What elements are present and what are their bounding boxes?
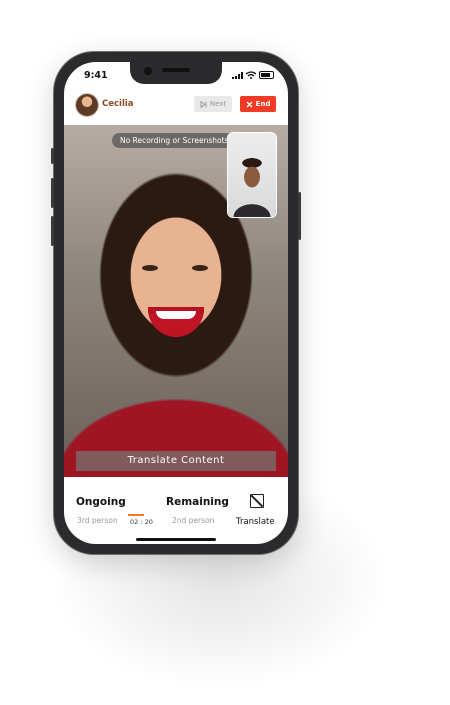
call-timer: 02 : 20 <box>130 518 153 526</box>
notch <box>130 62 222 84</box>
battery-icon <box>259 71 274 79</box>
video-eye-left <box>142 265 158 271</box>
phone-screen: 9:41 Cecilia Next End No Recording or Sc… <box>64 62 288 544</box>
remaining-title: Remaining <box>166 496 229 508</box>
ongoing-subtitle: 3rd person <box>77 516 118 525</box>
main-video-feed: No Recording or Screenshots Translate Co… <box>64 125 288 477</box>
end-button[interactable]: End <box>240 96 276 112</box>
translate-content-banner[interactable]: Translate Content <box>76 451 276 471</box>
ongoing-title: Ongoing <box>76 496 126 508</box>
status-time: 9:41 <box>84 70 108 81</box>
close-icon <box>246 101 253 107</box>
end-label: End <box>255 100 271 108</box>
remaining-subtitle: 2nd person <box>172 516 215 525</box>
wifi-icon <box>246 71 256 79</box>
translate-icon[interactable] <box>250 494 264 508</box>
call-footer: Ongoing 3rd person 02 : 20 Remaining 2nd… <box>64 484 288 534</box>
volume-down-button <box>51 216 54 246</box>
mute-switch <box>51 148 54 164</box>
signal-icon <box>232 71 243 79</box>
power-button <box>298 192 301 240</box>
next-button[interactable]: Next <box>194 96 232 112</box>
translate-label[interactable]: Translate <box>236 517 275 527</box>
next-icon <box>200 100 207 108</box>
status-icons <box>232 71 274 79</box>
volume-up-button <box>51 178 54 208</box>
video-eye-right <box>192 265 208 271</box>
front-camera <box>144 67 152 75</box>
self-video-preview[interactable] <box>228 133 276 217</box>
contact-avatar[interactable] <box>76 94 98 116</box>
next-label: Next <box>209 100 227 108</box>
home-indicator[interactable] <box>136 538 216 541</box>
earpiece-speaker <box>162 68 190 72</box>
timer-indicator <box>128 514 144 516</box>
contact-name: Cecilia <box>102 99 134 109</box>
video-teeth <box>156 311 196 319</box>
no-recording-notice: No Recording or Screenshots <box>112 133 237 148</box>
call-header: Cecilia Next End <box>64 90 288 126</box>
phone-frame: 9:41 Cecilia Next End No Recording or Sc… <box>51 52 301 554</box>
